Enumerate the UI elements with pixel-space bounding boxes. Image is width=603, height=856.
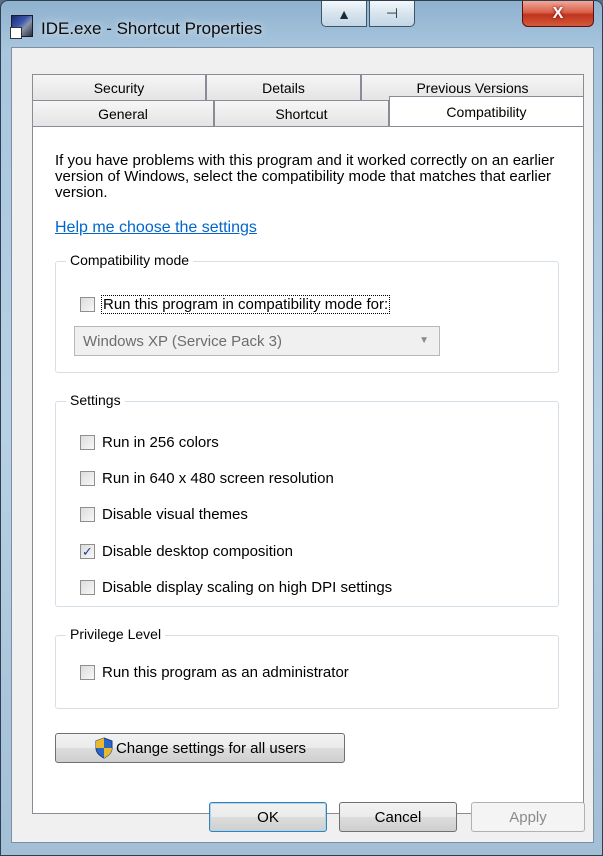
compat-mode-row[interactable]: Run this program in compatibility mode f…: [80, 295, 391, 314]
title-bar[interactable]: IDE.exe - Shortcut Properties ▲ ⊣ X: [1, 1, 602, 45]
compat-mode-value: Windows XP (Service Pack 3): [83, 332, 282, 350]
close-button[interactable]: X: [522, 1, 594, 27]
move-up-button[interactable]: ▲: [321, 1, 367, 27]
dialog-client-area: Security Details Previous Versions Gener…: [11, 47, 594, 843]
ok-button[interactable]: OK: [209, 802, 327, 832]
setting-row[interactable]: Disable visual themes: [80, 506, 248, 523]
setting-label: Run in 640 x 480 screen resolution: [102, 470, 334, 487]
compat-mode-label: Run this program in compatibility mode f…: [100, 295, 391, 314]
help-link[interactable]: Help me choose the settings: [55, 219, 257, 237]
privilege-level-group: Privilege Level Run this program as an a…: [55, 626, 559, 709]
change-settings-all-users-button[interactable]: Change settings for all users: [55, 733, 345, 763]
settings-group: Settings Run in 256 colors Run in 640 x …: [55, 392, 559, 607]
setting-checkbox[interactable]: [80, 471, 95, 486]
title-toolbar: ▲ ⊣: [321, 1, 421, 27]
setting-label: Disable desktop composition: [102, 543, 293, 560]
run-as-admin-label: Run this program as an administrator: [102, 664, 349, 681]
window-title: IDE.exe - Shortcut Properties: [41, 19, 263, 38]
change-settings-label: Change settings for all users: [115, 739, 307, 757]
tab-compatibility[interactable]: Compatibility: [389, 96, 584, 126]
properties-window: IDE.exe - Shortcut Properties ▲ ⊣ X Secu…: [0, 0, 603, 856]
setting-label: Disable display scaling on high DPI sett…: [102, 579, 393, 596]
compat-mode-select[interactable]: Windows XP (Service Pack 3) ▼: [74, 326, 440, 356]
group-label-compatibility-mode: Compatibility mode: [66, 252, 194, 268]
pin-button[interactable]: ⊣: [369, 1, 415, 27]
uac-shield-icon: [95, 737, 113, 759]
group-label-settings: Settings: [66, 392, 125, 408]
setting-label: Run in 256 colors: [102, 434, 219, 451]
compat-mode-checkbox[interactable]: [80, 297, 95, 312]
close-icon: X: [552, 4, 564, 22]
setting-label: Disable visual themes: [102, 506, 248, 523]
setting-checkbox[interactable]: ✓: [80, 544, 95, 559]
setting-checkbox[interactable]: [80, 435, 95, 450]
setting-row[interactable]: Disable display scaling on high DPI sett…: [80, 579, 392, 596]
setting-row[interactable]: Run in 256 colors: [80, 434, 219, 451]
up-arrow-icon: ▲: [337, 5, 351, 22]
tab-details[interactable]: Details: [206, 74, 361, 100]
apply-button[interactable]: Apply: [471, 802, 585, 832]
cancel-button[interactable]: Cancel: [339, 802, 457, 832]
chevron-down-icon: ▼: [419, 335, 429, 346]
setting-row[interactable]: ✓ Disable desktop composition: [80, 543, 293, 560]
run-as-admin-checkbox[interactable]: [80, 665, 95, 680]
compatibility-panel: If you have problems with this program a…: [32, 126, 584, 814]
group-label-privilege-level: Privilege Level: [66, 626, 166, 642]
setting-checkbox[interactable]: [80, 507, 95, 522]
setting-checkbox[interactable]: [80, 580, 95, 595]
tab-shortcut[interactable]: Shortcut: [214, 100, 389, 126]
pin-icon: ⊣: [385, 5, 399, 21]
run-as-admin-row[interactable]: Run this program as an administrator: [80, 664, 349, 681]
tab-general[interactable]: General: [32, 100, 214, 126]
compatibility-mode-group: Compatibility mode Run this program in c…: [55, 252, 559, 373]
setting-row[interactable]: Run in 640 x 480 screen resolution: [80, 470, 334, 487]
intro-text: If you have problems with this program a…: [55, 152, 555, 201]
app-icon: [10, 15, 33, 39]
tab-security[interactable]: Security: [32, 74, 206, 100]
